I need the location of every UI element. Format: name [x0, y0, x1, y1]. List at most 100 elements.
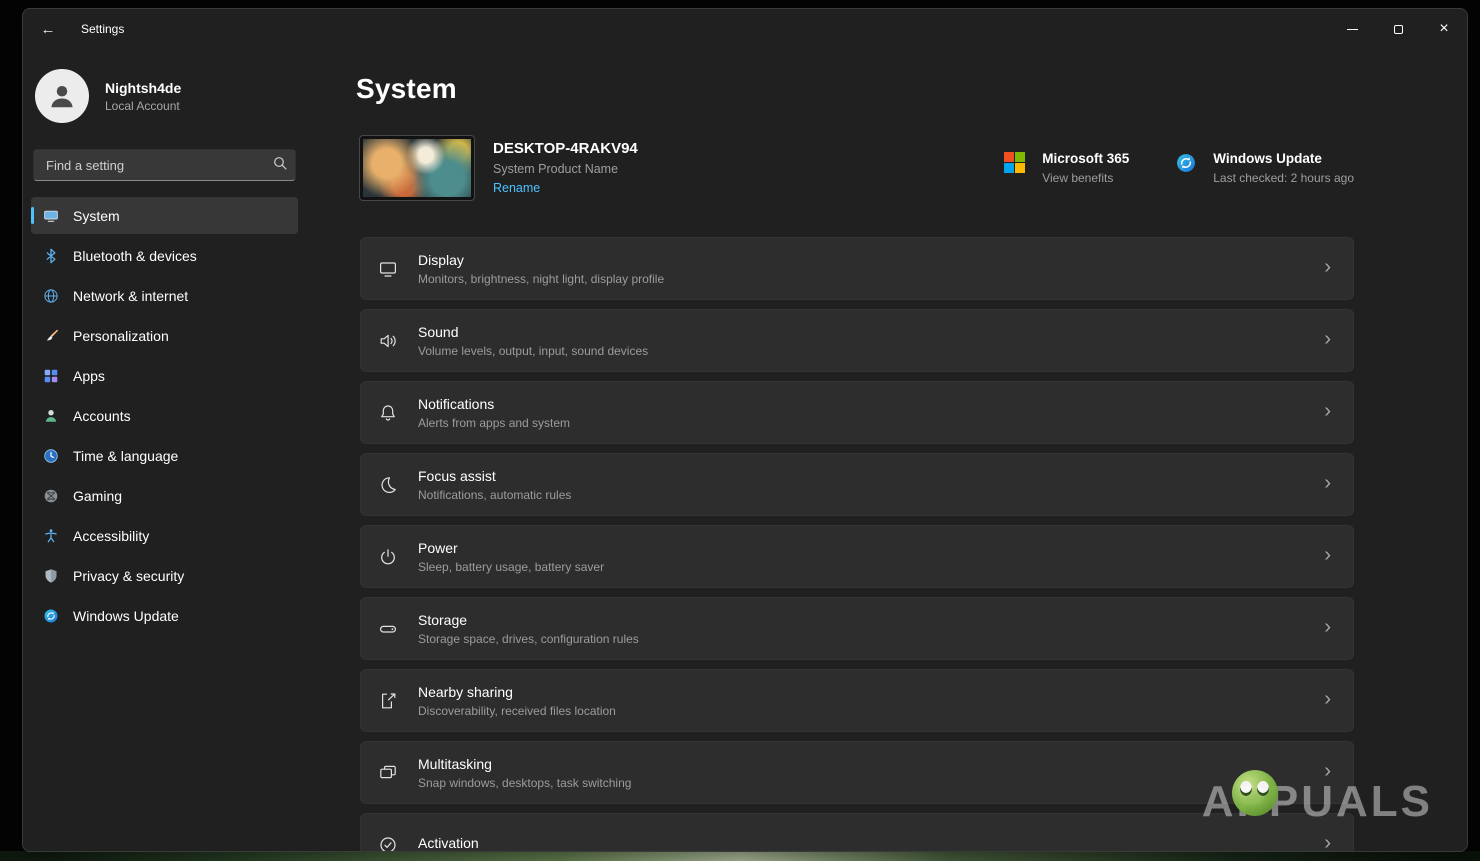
sidebar-item-network-internet[interactable]: Network & internet	[31, 277, 298, 314]
appuals-watermark: APPUALS	[1202, 777, 1433, 827]
accessibility-icon	[43, 528, 59, 544]
sidebar-item-label: Accounts	[73, 408, 131, 424]
row-title: Sound	[418, 324, 648, 340]
globe-icon	[43, 288, 59, 304]
row-title: Power	[418, 540, 604, 556]
sidebar-item-windows-update[interactable]: Windows Update	[31, 597, 298, 634]
chevron-right-icon: ›	[1324, 257, 1331, 280]
user-name: Nightsh4de	[105, 80, 181, 96]
sidebar-item-accessibility[interactable]: Accessibility	[31, 517, 298, 554]
sync-icon	[43, 608, 59, 624]
settings-window: ← Settings × Nightsh4de Local Account	[22, 8, 1468, 852]
row-title: Notifications	[418, 396, 570, 412]
settings-row-display[interactable]: Display Monitors, brightness, night ligh…	[360, 237, 1354, 300]
row-title: Multitasking	[418, 756, 631, 772]
sidebar-item-label: Privacy & security	[73, 568, 184, 584]
maximize-button[interactable]	[1375, 9, 1421, 49]
sidebar-nav: System Bluetooth & devices Network & int…	[31, 197, 298, 634]
row-title: Activation	[418, 835, 479, 851]
sidebar-item-label: Network & internet	[73, 288, 188, 304]
selected-indicator	[31, 207, 34, 224]
settings-row-notifications[interactable]: Notifications Alerts from apps and syste…	[360, 381, 1354, 444]
clock-icon	[43, 448, 59, 464]
xbox-icon	[43, 488, 59, 504]
sidebar-item-time-language[interactable]: Time & language	[31, 437, 298, 474]
sidebar-item-bluetooth-devices[interactable]: Bluetooth & devices	[31, 237, 298, 274]
checkmark-circle-icon	[378, 835, 398, 853]
chevron-right-icon: ›	[1324, 473, 1331, 496]
minimize-button[interactable]	[1329, 9, 1375, 49]
person-icon	[43, 408, 59, 424]
window-title: Settings	[81, 22, 124, 36]
device-thumbnail	[360, 136, 474, 200]
search-input[interactable]	[44, 157, 273, 174]
close-icon: ×	[1439, 21, 1448, 37]
sidebar-item-apps[interactable]: Apps	[31, 357, 298, 394]
minimize-icon	[1347, 29, 1358, 30]
sidebar-item-label: Time & language	[73, 448, 178, 464]
microsoft-365-card[interactable]: Microsoft 365 View benefits	[1004, 151, 1129, 185]
chevron-right-icon: ›	[1324, 401, 1331, 424]
sidebar-item-accounts[interactable]: Accounts	[31, 397, 298, 434]
shield-icon	[43, 568, 59, 584]
row-subtitle: Discoverability, received files location	[418, 704, 616, 718]
microsoft-365-icon	[1004, 152, 1026, 174]
chevron-right-icon: ›	[1324, 617, 1331, 640]
row-subtitle: Snap windows, desktops, task switching	[418, 776, 631, 790]
settings-row-sound[interactable]: Sound Volume levels, output, input, soun…	[360, 309, 1354, 372]
windows-update-card[interactable]: Windows Update Last checked: 2 hours ago	[1175, 151, 1354, 185]
back-button[interactable]: ←	[29, 14, 67, 44]
row-subtitle: Monitors, brightness, night light, displ…	[418, 272, 664, 286]
chevron-right-icon: ›	[1324, 689, 1331, 712]
power-icon	[378, 547, 398, 567]
row-subtitle: Sleep, battery usage, battery saver	[418, 560, 604, 574]
page-title: System	[356, 73, 457, 105]
microsoft-365-subtitle: View benefits	[1042, 171, 1129, 185]
display-icon	[378, 259, 398, 279]
chevron-right-icon: ›	[1324, 545, 1331, 568]
sidebar-item-label: Accessibility	[73, 528, 149, 544]
close-button[interactable]: ×	[1421, 9, 1467, 49]
microsoft-365-title: Microsoft 365	[1042, 151, 1129, 166]
device-header: DESKTOP-4RAKV94 System Product Name Rena…	[360, 136, 1354, 200]
device-product-name: System Product Name	[493, 162, 638, 176]
share-icon	[378, 691, 398, 711]
settings-row-focus-assist[interactable]: Focus assist Notifications, automatic ru…	[360, 453, 1354, 516]
back-arrow-icon: ←	[41, 21, 56, 38]
account-type: Local Account	[105, 99, 181, 113]
settings-row-storage[interactable]: Storage Storage space, drives, configura…	[360, 597, 1354, 660]
sidebar-item-system[interactable]: System	[31, 197, 298, 234]
search-icon	[273, 156, 287, 175]
layers-icon	[378, 763, 398, 783]
sidebar-item-label: Windows Update	[73, 608, 179, 624]
windows-update-title: Windows Update	[1213, 151, 1354, 166]
moon-icon	[378, 475, 398, 495]
rename-link[interactable]: Rename	[493, 181, 540, 195]
sidebar-item-gaming[interactable]: Gaming	[31, 477, 298, 514]
sidebar-item-label: Apps	[73, 368, 105, 384]
appuals-mascot-icon	[1232, 770, 1278, 816]
sidebar-item-personalization[interactable]: Personalization	[31, 317, 298, 354]
paintbrush-icon	[43, 328, 59, 344]
settings-row-nearby-sharing[interactable]: Nearby sharing Discoverability, received…	[360, 669, 1354, 732]
title-bar: ← Settings ×	[23, 9, 1467, 49]
person-silhouette-icon	[47, 81, 77, 111]
row-subtitle: Storage space, drives, configuration rul…	[418, 632, 639, 646]
chevron-right-icon: ›	[1324, 329, 1331, 352]
account-block[interactable]: Nightsh4de Local Account	[31, 63, 298, 129]
sidebar-item-label: Gaming	[73, 488, 122, 504]
row-title: Nearby sharing	[418, 684, 616, 700]
settings-row-power[interactable]: Power Sleep, battery usage, battery save…	[360, 525, 1354, 588]
search-box	[33, 149, 296, 181]
device-name: DESKTOP-4RAKV94	[493, 140, 638, 157]
row-title: Display	[418, 252, 664, 268]
monitor-icon	[43, 208, 59, 224]
sidebar-item-label: System	[73, 208, 120, 224]
desktop-wallpaper-strip	[0, 851, 1480, 861]
windows-update-icon	[1175, 152, 1197, 174]
settings-list: Display Monitors, brightness, night ligh…	[360, 237, 1354, 852]
row-title: Storage	[418, 612, 639, 628]
drive-icon	[378, 619, 398, 639]
sidebar-item-label: Bluetooth & devices	[73, 248, 197, 264]
sidebar-item-privacy-security[interactable]: Privacy & security	[31, 557, 298, 594]
